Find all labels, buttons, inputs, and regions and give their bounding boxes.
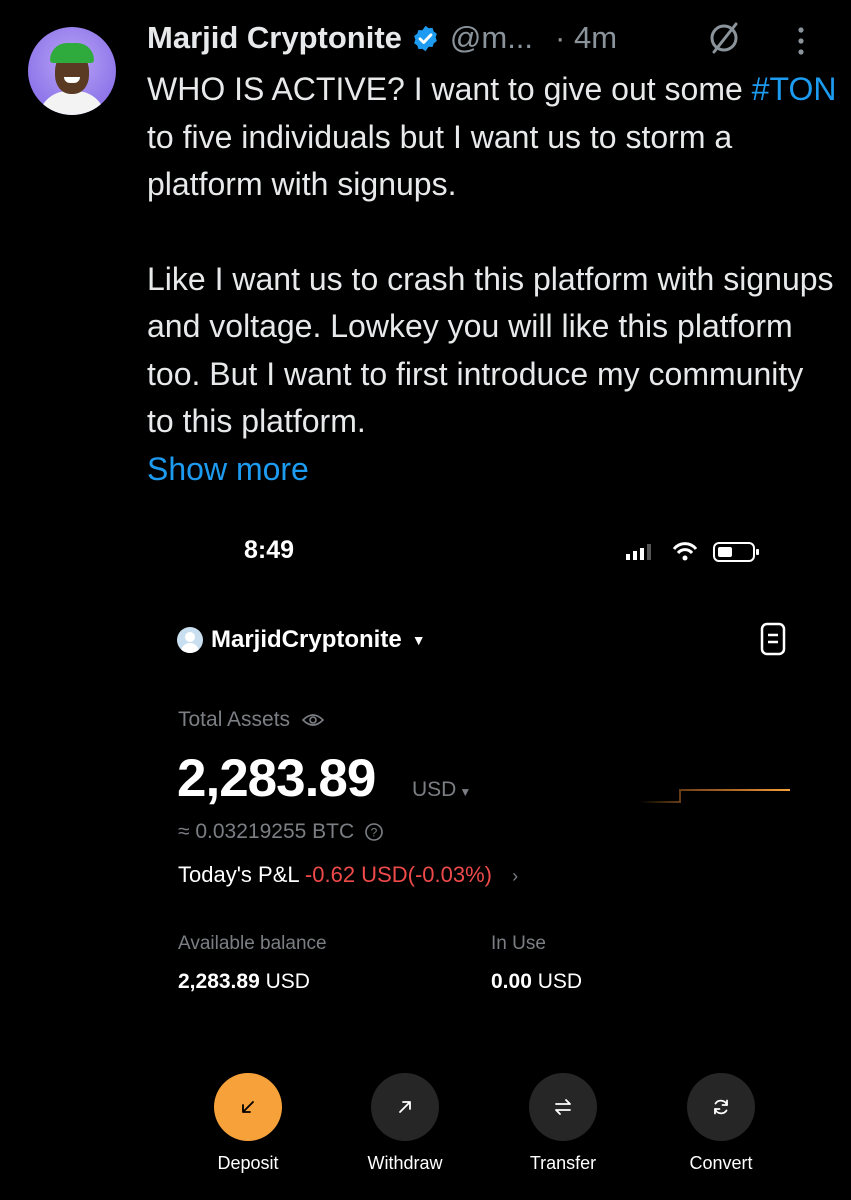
signal-bar-icon [626, 554, 630, 560]
transfer-label: Transfer [529, 1153, 597, 1173]
arrow-down-left-icon [242, 1101, 254, 1113]
available-unit: USD [265, 970, 310, 993]
currency-unit: USD [412, 778, 457, 801]
author-handle[interactable]: @m... [450, 20, 533, 56]
refresh-icon [714, 1099, 728, 1115]
author-avatar[interactable] [28, 27, 116, 115]
account-switcher[interactable]: MarjidCryptonite ▼ [177, 626, 426, 654]
pnl-value: -0.62 USD(-0.03%) [304, 862, 492, 887]
currency-selector[interactable]: USD ▼ [412, 778, 471, 802]
tweet-paragraph-1: WHO IS ACTIVE? I want to give out some #… [147, 66, 837, 209]
grok-icon[interactable] [706, 20, 742, 56]
caret-down-icon: ▼ [411, 632, 426, 648]
transfer-circle[interactable] [529, 1073, 597, 1141]
in-use-unit: USD [537, 970, 583, 993]
arrow-up-right-icon [399, 1101, 411, 1113]
in-use-value: 0.00 USD [491, 970, 582, 994]
tweet-header: Marjid Cryptonite @m... · 4m [147, 18, 617, 58]
in-use-amount: 0.00 [491, 970, 532, 993]
caret-down-icon: ▼ [459, 785, 472, 799]
deposit-circle[interactable] [214, 1073, 282, 1141]
todays-pnl[interactable]: Today's P&L -0.62 USD(-0.03%) › [178, 862, 518, 888]
total-assets-label: Total Assets [178, 708, 325, 732]
in-use-label: In Use [491, 933, 546, 954]
eye-icon[interactable] [302, 712, 325, 728]
document-icon[interactable] [759, 622, 787, 656]
deposit-button[interactable]: Deposit [178, 1073, 318, 1174]
withdraw-circle[interactable] [371, 1073, 439, 1141]
more-options-icon[interactable] [790, 24, 812, 58]
hashtag-link[interactable]: #TON [752, 71, 837, 107]
btc-value: ≈ 0.03219255 BTC [178, 820, 355, 843]
help-icon[interactable]: ? [364, 822, 384, 842]
phone-clock: 8:49 [244, 536, 295, 564]
withdraw-button[interactable]: Withdraw [335, 1073, 475, 1174]
balance-sparkline [640, 789, 790, 803]
swap-arrows-icon [555, 1099, 571, 1115]
available-balance-label: Available balance [178, 933, 327, 954]
available-amount: 2,283.89 [178, 970, 260, 993]
phone-status-icons [626, 542, 759, 562]
total-assets-value: 2,283.89 [177, 749, 376, 808]
author-name[interactable]: Marjid Cryptonite [147, 20, 402, 56]
tweet-text-continued: to five individuals but I want us to sto… [147, 118, 733, 203]
svg-text:?: ? [371, 826, 378, 840]
convert-label: Convert [689, 1153, 753, 1173]
convert-circle[interactable] [687, 1073, 755, 1141]
account-avatar-icon [177, 627, 203, 653]
deposit-label: Deposit [217, 1153, 279, 1173]
avatar-shirt [38, 91, 106, 115]
avatar-cap [50, 43, 94, 63]
withdraw-label: Withdraw [367, 1153, 443, 1173]
tweet-text: WHO IS ACTIVE? I want to give out some #… [147, 66, 837, 493]
tweet-text-intro: WHO IS ACTIVE? I want to give out some [147, 71, 743, 107]
available-balance-value: 2,283.89 USD [178, 970, 310, 994]
btc-equivalent: ≈ 0.03219255 BTC ? [178, 820, 384, 844]
tweet-timestamp[interactable]: · 4m [555, 20, 617, 56]
transfer-button[interactable]: Transfer [493, 1073, 633, 1174]
tweet-paragraph-2: Like I want us to crash this platform wi… [147, 260, 834, 440]
show-more-link[interactable]: Show more [147, 451, 309, 487]
total-assets-text: Total Assets [178, 708, 291, 731]
pnl-label: Today's P&L [178, 862, 299, 887]
convert-button[interactable]: Convert [651, 1073, 791, 1174]
verified-badge-icon [414, 25, 437, 51]
account-name: MarjidCryptonite [211, 626, 402, 653]
chevron-right-icon: › [512, 866, 519, 886]
